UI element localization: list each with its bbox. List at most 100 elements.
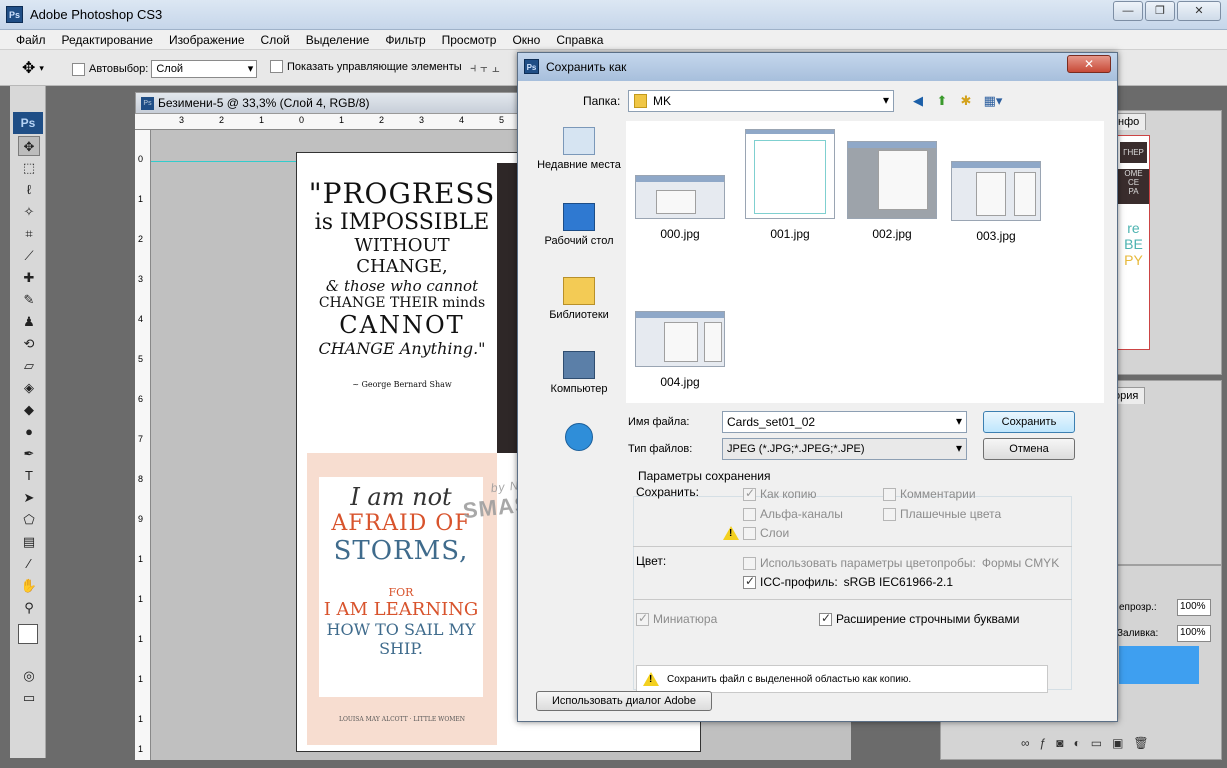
notes-tool-icon[interactable]: ▤ [18, 532, 40, 552]
ruler-tick: 5 [138, 354, 144, 364]
opacity-input[interactable]: 100% [1177, 599, 1211, 616]
opacity-label: епрозр.: [1119, 602, 1157, 613]
blur-tool-icon[interactable]: ◆ [18, 400, 40, 420]
hand-tool-icon[interactable]: ✋ [18, 576, 40, 596]
place-network[interactable] [533, 423, 625, 455]
alpha-channels-checkbox[interactable] [743, 507, 756, 521]
icc-profile-label: ICC-профиль: [760, 575, 838, 589]
as-copy-label: Как копию [760, 487, 817, 501]
dodge-tool-icon[interactable]: ● [18, 422, 40, 442]
place-desktop[interactable]: Рабочий стол [533, 203, 625, 247]
auto-select-dropdown[interactable]: Слой [151, 60, 258, 78]
place-computer[interactable]: Компьютер [533, 351, 625, 395]
spot-colors-checkbox[interactable] [883, 507, 896, 521]
menu-image[interactable]: Изображение [161, 30, 253, 49]
menu-file[interactable]: Файл [8, 30, 54, 49]
filetype-dropdown[interactable]: JPEG (*.JPG;*.JPEG;*.JPE) [722, 438, 967, 460]
align-icons[interactable]: ⫞ ⫟ ⫠ [470, 60, 499, 76]
menu-view[interactable]: Просмотр [434, 30, 505, 49]
maximize-button[interactable]: ❐ [1145, 1, 1175, 21]
show-controls-label: Показать управляющие элементы [287, 60, 462, 73]
filename-input[interactable]: Cards_set01_02 [722, 411, 967, 433]
show-controls-checkbox[interactable] [270, 60, 283, 73]
menu-layer[interactable]: Слой [253, 30, 298, 49]
lowercase-ext-label: Расширение строчными буквами [836, 612, 1020, 626]
marquee-tool-icon[interactable]: ⬚ [18, 158, 40, 178]
file-item[interactable]: 002.jpg [846, 141, 938, 241]
slice-tool-icon[interactable]: ⟋ [18, 246, 40, 266]
close-button[interactable]: ✕ [1177, 1, 1221, 21]
use-proof-checkbox[interactable] [743, 556, 756, 570]
file-item[interactable]: 003.jpg [950, 161, 1042, 243]
quote-card-progress: "PROGRESS is IMPOSSIBLE WITHOUT CHANGE, … [307, 163, 497, 453]
file-item[interactable]: 000.jpg [634, 175, 726, 241]
place-recent[interactable]: Недавние места [533, 127, 625, 171]
shape-tool-icon[interactable]: ⬠ [18, 510, 40, 530]
as-copy-option: Как копию [743, 486, 817, 501]
move-tool-icon[interactable]: ✥ ▾ [22, 58, 44, 78]
dialog-body: Папка: MK ◀ ⬆ ✱ ▦▾ Недавние места Рабочи… [525, 81, 1112, 717]
file-list[interactable]: 000.jpg 001.jpg 002.jpg 003.jpg 004.jpg [626, 121, 1104, 403]
screen-mode-icon[interactable]: ▭ [18, 688, 40, 708]
card-inner: I am not AFRAID OF STORMS, FOR I AM LEAR… [319, 477, 483, 697]
zoom-tool-icon[interactable]: ⚲ [18, 598, 40, 618]
fill-input[interactable]: 100% [1177, 625, 1211, 642]
ruler-tick: 1 [138, 634, 144, 644]
ruler-tick: 1 [138, 194, 144, 204]
ruler-tick: 0 [138, 154, 144, 164]
up-folder-icon[interactable]: ⬆ [933, 92, 951, 110]
lasso-tool-icon[interactable]: ℓ [18, 180, 40, 200]
color-swatches[interactable] [18, 624, 40, 664]
quick-mask-icon[interactable]: ◎ [18, 666, 40, 686]
magic-wand-icon[interactable]: ✧ [18, 202, 40, 222]
dialog-close-button[interactable]: ✕ [1067, 55, 1111, 73]
ruler-tick: 3 [179, 115, 185, 125]
file-item[interactable]: 001.jpg [744, 129, 836, 241]
layers-checkbox[interactable] [743, 526, 756, 540]
menu-edit[interactable]: Редактирование [54, 30, 161, 49]
as-copy-checkbox[interactable] [743, 486, 756, 501]
menu-help[interactable]: Справка [548, 30, 611, 49]
menu-filter[interactable]: Фильтр [377, 30, 433, 49]
use-adobe-dialog-button[interactable]: Использовать диалог Adobe [536, 691, 712, 711]
move-tool-icon[interactable]: ✥ [18, 136, 40, 156]
path-select-icon[interactable]: ➤ [18, 488, 40, 508]
icc-profile-checkbox[interactable] [743, 574, 756, 589]
menu-window[interactable]: Окно [504, 30, 548, 49]
eyedropper-icon[interactable]: ⁄ [18, 554, 40, 574]
pen-tool-icon[interactable]: ✒ [18, 444, 40, 464]
cancel-button[interactable]: Отмена [983, 438, 1075, 460]
file-name: 003.jpg [976, 229, 1016, 243]
document-title: Безимени-5 @ 33,3% (Слой 4, RGB/8) [158, 96, 370, 110]
vertical-ruler: 0 1 2 3 4 5 6 7 8 9 1 1 1 1 1 1 [135, 130, 151, 760]
view-menu-icon[interactable]: ▦▾ [981, 92, 1005, 110]
save-button[interactable]: Сохранить [983, 411, 1075, 433]
photoshop-logo-icon: Ps [6, 6, 23, 23]
brush-tool-icon[interactable]: ✎ [18, 290, 40, 310]
back-icon[interactable]: ◀ [909, 92, 927, 110]
ruler-tick: 1 [138, 744, 144, 754]
menu-select[interactable]: Выделение [298, 30, 378, 49]
annotations-checkbox[interactable] [883, 487, 896, 501]
new-folder-icon[interactable]: ✱ [957, 92, 975, 110]
folder-dropdown[interactable]: MK [628, 90, 894, 112]
history-brush-icon[interactable]: ⟲ [18, 334, 40, 354]
selected-layer-row[interactable] [1119, 646, 1199, 684]
file-item[interactable]: 004.jpg [634, 311, 726, 389]
healing-tool-icon[interactable]: ✚ [18, 268, 40, 288]
dialog-titlebar[interactable]: Ps Сохранить как ✕ [518, 53, 1117, 81]
layer-tool-icons[interactable]: ∞ƒ◙◐▭▣🗑 [1021, 736, 1159, 750]
place-label: Рабочий стол [544, 235, 614, 247]
places-bar: Недавние места Рабочий стол Библиотеки К… [533, 121, 625, 461]
stamp-tool-icon[interactable]: ♟ [18, 312, 40, 332]
type-tool-icon[interactable]: T [18, 466, 40, 486]
eraser-tool-icon[interactable]: ▱ [18, 356, 40, 376]
place-libraries[interactable]: Библиотеки [533, 277, 625, 321]
minimize-button[interactable]: — [1113, 1, 1143, 21]
crop-tool-icon[interactable]: ⌗ [18, 224, 40, 244]
thumbnail-checkbox[interactable] [636, 611, 649, 626]
file-thumbnail [635, 311, 725, 367]
lowercase-ext-checkbox[interactable] [819, 611, 832, 626]
auto-select-checkbox[interactable] [72, 62, 85, 76]
paint-bucket-icon[interactable]: ◈ [18, 378, 40, 398]
